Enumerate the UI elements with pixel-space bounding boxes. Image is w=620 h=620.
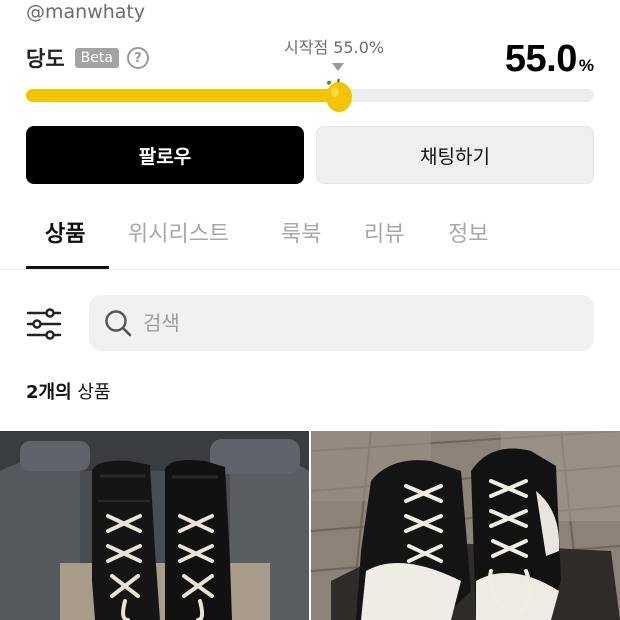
sweetness-label: 당도	[26, 47, 65, 71]
start-point-label: 시작점 55.0%	[284, 38, 385, 57]
search-icon	[105, 310, 132, 337]
sweetness-value: 55.0	[504, 38, 577, 80]
question-circle-icon[interactable]: ?	[126, 47, 149, 69]
tab-info[interactable]: 정보	[448, 216, 488, 248]
tab-products[interactable]: 상품	[45, 216, 85, 248]
product-card-2[interactable]	[311, 431, 620, 620]
product-count-suffix: 상품	[71, 382, 111, 403]
beta-badge: Beta	[74, 48, 119, 68]
product-card-1[interactable]	[0, 431, 309, 620]
product-count-number: 2개의	[26, 382, 72, 403]
product-count: 2개의 상품	[26, 378, 111, 404]
search-input[interactable]	[143, 311, 563, 335]
lemon-icon	[326, 78, 352, 112]
sweetness-unit: %	[578, 56, 594, 75]
filter-sliders-icon[interactable]	[26, 306, 62, 342]
tab-wishlist[interactable]: 위시리스트	[128, 216, 229, 248]
tab-lookbook[interactable]: 룩북	[281, 216, 321, 248]
start-point-marker-icon	[332, 63, 344, 71]
tab-reviews[interactable]: 리뷰	[364, 216, 404, 248]
product-image-high-top-sneakers	[0, 431, 309, 620]
product-image-low-top-sneakers	[311, 431, 620, 620]
sweetness-header: 당도 Beta ?	[26, 44, 149, 72]
sweetness-bar-fill	[26, 89, 338, 102]
profile-tabs: 상품 위시리스트 룩북 리뷰 정보	[0, 200, 620, 270]
active-tab-indicator	[26, 266, 109, 269]
sweetness-bar	[26, 89, 594, 102]
profile-handle: @manwhaty	[26, 1, 146, 23]
follow-button[interactable]: 팔로우	[26, 126, 304, 184]
chat-button[interactable]: 채팅하기	[316, 126, 594, 184]
sweetness-percent: 55.0 %	[505, 38, 594, 81]
search-bar[interactable]	[89, 295, 594, 351]
